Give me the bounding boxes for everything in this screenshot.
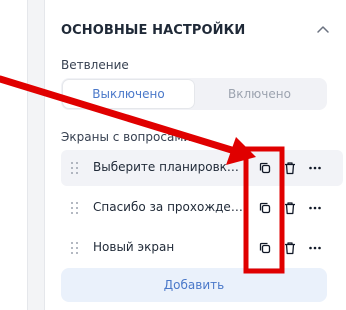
screen-row[interactable]: Выберите планировку ва...	[61, 150, 343, 186]
drag-handle-icon[interactable]	[71, 162, 79, 174]
screen-row-label: Новый экран	[93, 240, 175, 254]
branching-option-off[interactable]: Выключено	[63, 80, 194, 108]
trash-icon[interactable]	[282, 160, 298, 176]
copy-icon[interactable]	[257, 200, 273, 216]
branching-toggle: Выключено Включено	[61, 78, 327, 110]
screen-row-label: Спасибо за прохождение	[93, 200, 243, 214]
drag-handle-icon[interactable]	[71, 202, 79, 214]
more-icon[interactable]	[307, 200, 323, 216]
screens-list: Выберите планировку ва... Спасибо за про…	[61, 150, 343, 270]
copy-icon[interactable]	[257, 240, 273, 256]
more-icon[interactable]	[307, 240, 323, 256]
trash-icon[interactable]	[282, 200, 298, 216]
add-screen-button[interactable]: Добавить	[61, 268, 327, 302]
screens-label: Экраны с вопросами	[61, 130, 192, 144]
left-sidebar-panel	[0, 0, 28, 310]
section-title: ОСНОВНЫЕ НАСТРОЙКИ	[61, 22, 246, 38]
screen-row[interactable]: Спасибо за прохождение	[61, 190, 343, 226]
chevron-up-icon[interactable]	[315, 22, 331, 38]
settings-panel: ОСНОВНЫЕ НАСТРОЙКИ Ветвление Выключено В…	[44, 0, 346, 310]
drag-handle-icon[interactable]	[71, 242, 79, 254]
screen-row[interactable]: Новый экран	[61, 230, 343, 266]
copy-icon[interactable]	[257, 160, 273, 176]
branching-option-on[interactable]: Включено	[194, 80, 325, 108]
section-header[interactable]: ОСНОВНЫЕ НАСТРОЙКИ	[61, 20, 331, 40]
branching-label: Ветвление	[61, 58, 129, 72]
screen-row-label: Выберите планировку ва...	[93, 160, 243, 174]
trash-icon[interactable]	[282, 240, 298, 256]
more-icon[interactable]	[307, 160, 323, 176]
